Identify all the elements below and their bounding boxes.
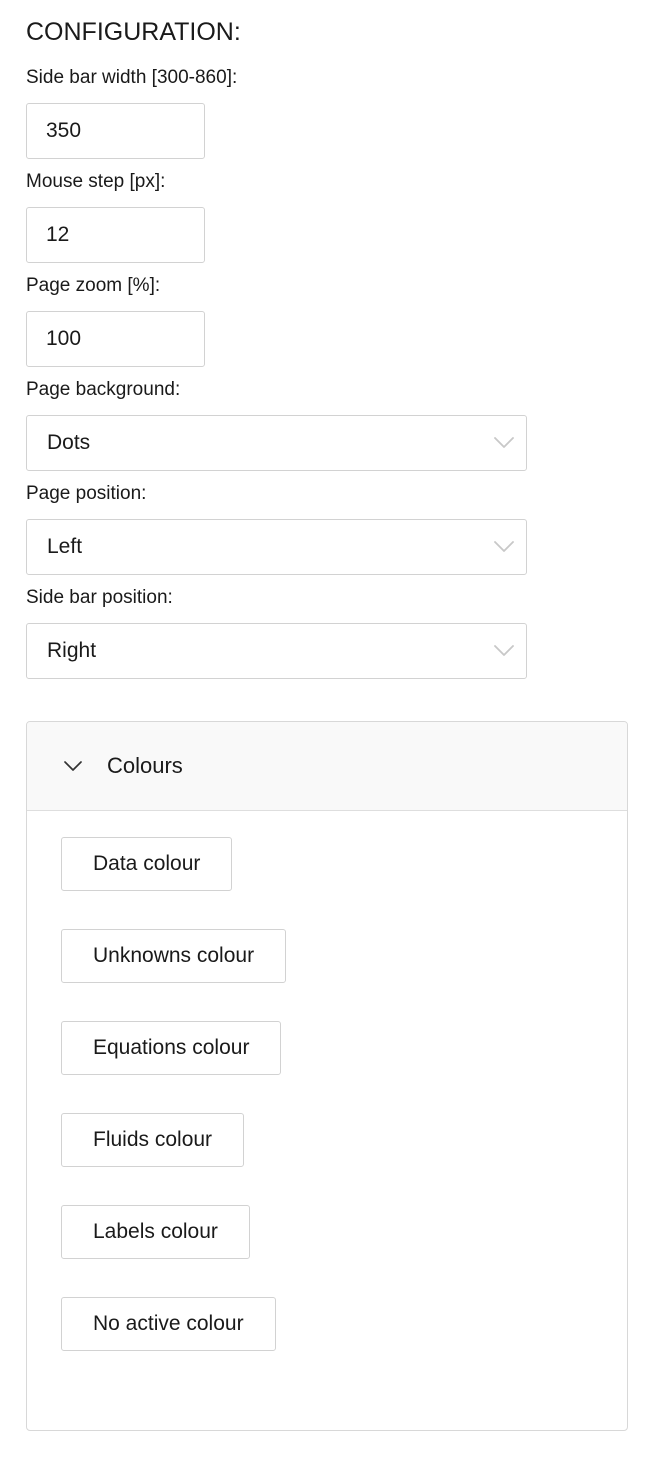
page-position-label: Page position: xyxy=(26,483,147,504)
colours-panel: Colours Data colour Unknowns colour Equa… xyxy=(26,721,628,1431)
data-colour-button[interactable]: Data colour xyxy=(61,837,233,891)
page-zoom-input[interactable]: 100 xyxy=(26,311,205,367)
side-bar-position-value: Right xyxy=(47,639,97,662)
side-bar-position-label: Side bar position: xyxy=(26,587,173,608)
page-title: CONFIGURATION: xyxy=(26,18,241,46)
configuration-panel: CONFIGURATION: Side bar width [300-860]:… xyxy=(0,0,660,1458)
unknowns-colour-button[interactable]: Unknowns colour xyxy=(61,929,287,983)
page-background-label: Page background: xyxy=(26,379,181,400)
page-background-value: Dots xyxy=(47,431,91,454)
no-active-colour-button[interactable]: No active colour xyxy=(61,1297,276,1351)
page-position-select[interactable]: Left xyxy=(26,519,527,575)
mouse-step-label: Mouse step [px]: xyxy=(26,171,166,192)
side-bar-width-input[interactable]: 350 xyxy=(26,103,205,159)
colours-panel-header[interactable]: Colours xyxy=(27,722,627,811)
colours-panel-title: Colours xyxy=(107,753,183,778)
colours-panel-body: Data colour Unknowns colour Equations co… xyxy=(27,811,627,1351)
mouse-step-input[interactable]: 12 xyxy=(26,207,205,263)
page-zoom-label: Page zoom [%]: xyxy=(26,275,161,296)
chevron-down-icon xyxy=(482,644,526,658)
fluids-colour-button[interactable]: Fluids colour xyxy=(61,1113,245,1167)
equations-colour-button[interactable]: Equations colour xyxy=(61,1021,282,1075)
page-position-value: Left xyxy=(47,535,83,558)
side-bar-position-select[interactable]: Right xyxy=(26,623,527,679)
chevron-down-icon[interactable] xyxy=(62,755,84,777)
page-background-select[interactable]: Dots xyxy=(26,415,527,471)
labels-colour-button[interactable]: Labels colour xyxy=(61,1205,250,1259)
chevron-down-icon xyxy=(482,540,526,554)
chevron-down-icon xyxy=(482,436,526,450)
side-bar-width-label: Side bar width [300-860]: xyxy=(26,67,238,88)
